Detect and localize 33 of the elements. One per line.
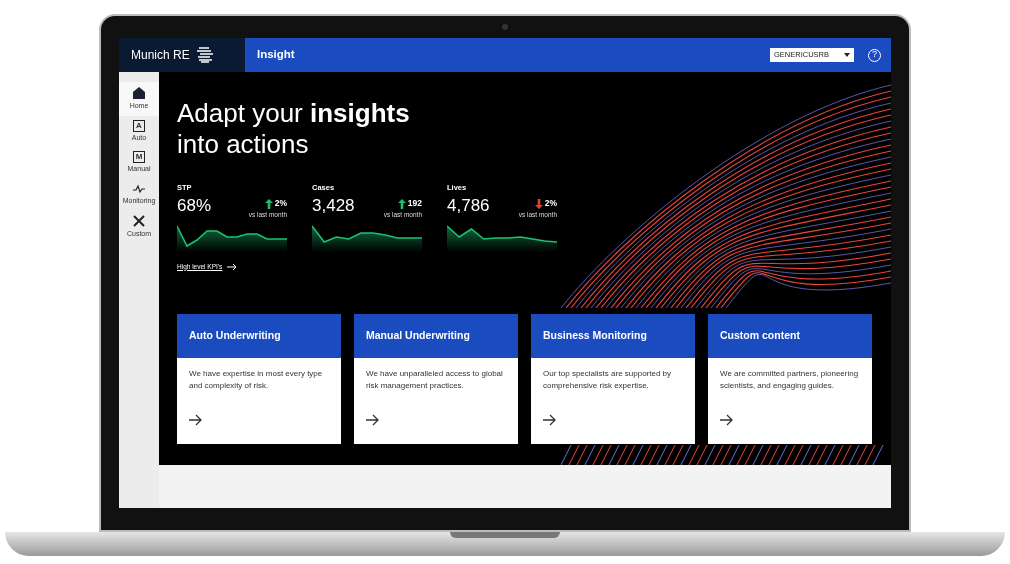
arrow-icon bbox=[189, 413, 202, 426]
arrow-icon bbox=[720, 413, 733, 426]
card-text: We are committed partners, pioneering scientists, and engaging guides. bbox=[719, 367, 860, 392]
card-text: We have unparalleled access to global risk management practices. bbox=[365, 367, 504, 392]
letter-icon: M bbox=[133, 151, 145, 163]
arrow-icon bbox=[227, 262, 238, 271]
feature-card[interactable]: Auto Underwriting We have expertise in most every type and complexity of risk. bbox=[177, 313, 341, 444]
card-header: Manual Underwriting bbox=[354, 313, 518, 358]
arrow-icon bbox=[543, 413, 556, 426]
card-header: Auto Underwriting bbox=[177, 313, 341, 358]
kpi-value: 68% bbox=[177, 195, 212, 218]
card-text: We have expertise in most every type and complexity of risk. bbox=[188, 367, 324, 392]
logo-icon bbox=[195, 47, 214, 63]
card-header: Custom content bbox=[708, 313, 872, 358]
feature-card[interactable]: Custom content We are committed partners, pioneering scientists, and engaging guides. bbox=[708, 313, 872, 444]
camera-icon bbox=[502, 24, 508, 30]
kpi-delta: 2% bbox=[544, 197, 557, 210]
caret-icon bbox=[844, 53, 850, 57]
card-header: Business Monitoring bbox=[531, 313, 695, 358]
hero-title: Adapt your insights into actions bbox=[177, 98, 411, 160]
home-icon bbox=[132, 86, 146, 100]
arrow-icon bbox=[366, 413, 379, 426]
feature-card[interactable]: Manual Underwriting We have unparalleled access to global risk management practices. bbox=[354, 313, 518, 444]
app-title: Insight bbox=[257, 47, 295, 63]
kpi-value: 4,786 bbox=[447, 195, 490, 218]
kpi-delta: 192 bbox=[407, 197, 422, 210]
pulse-icon bbox=[132, 182, 146, 195]
card-text: Our top specialists are supported by comprehensive risk expertise. bbox=[542, 367, 673, 392]
feature-card[interactable]: Business Monitoring Our top specialists are supported by comprehensive risk expertise. bbox=[531, 313, 695, 444]
kpi-delta: 2% bbox=[274, 197, 287, 210]
kpi-value: 3,428 bbox=[312, 195, 355, 218]
letter-icon: A bbox=[133, 119, 145, 132]
brand-name: Munich RE bbox=[131, 47, 190, 64]
